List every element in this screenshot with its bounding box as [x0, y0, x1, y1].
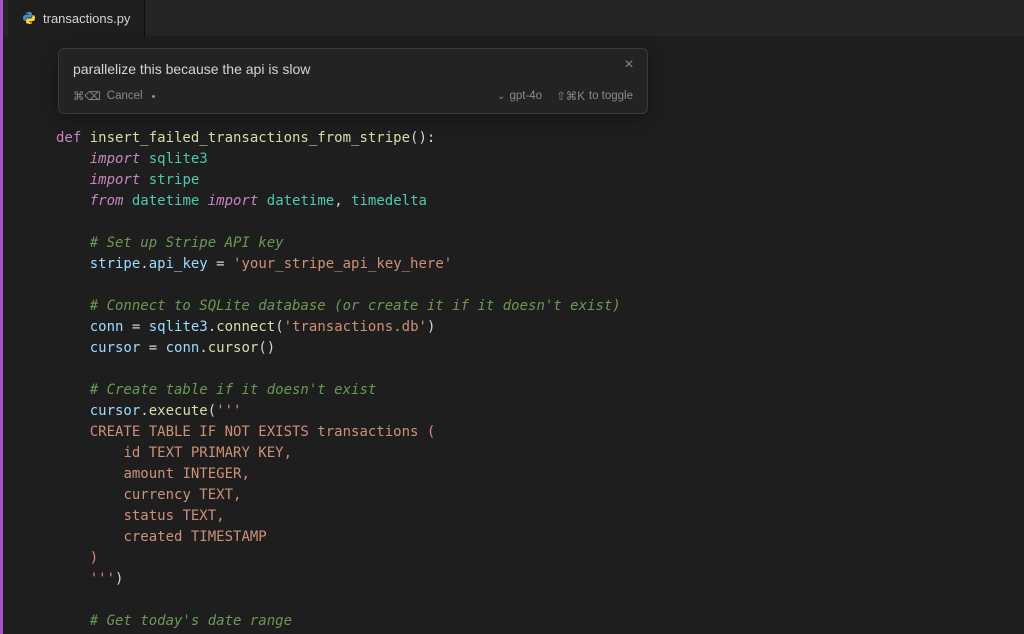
code-line[interactable]: [56, 359, 1024, 380]
close-icon[interactable]: ×: [621, 57, 637, 73]
model-name: gpt-4o: [509, 90, 542, 102]
code-line[interactable]: id TEXT PRIMARY KEY,: [56, 443, 1024, 464]
code-line[interactable]: cursor = conn.cursor(): [56, 338, 1024, 359]
cancel-button[interactable]: ⌘⌫ Cancel: [73, 89, 155, 103]
cancel-shortcut: ⌘⌫: [73, 89, 101, 103]
code-line[interactable]: created TIMESTAMP: [56, 527, 1024, 548]
tab-bar: transactions.py: [0, 0, 1024, 36]
code-line[interactable]: def insert_failed_transactions_from_stri…: [56, 128, 1024, 149]
toggle-shortcut: ⇧⌘K: [556, 89, 585, 103]
code-line[interactable]: amount INTEGER,: [56, 464, 1024, 485]
code-line[interactable]: import sqlite3: [56, 149, 1024, 170]
model-selector[interactable]: ⌄ gpt-4o: [497, 90, 542, 102]
tab-transactions[interactable]: transactions.py: [8, 0, 145, 36]
code-line[interactable]: status TEXT,: [56, 506, 1024, 527]
code-line[interactable]: # Create table if it doesn't exist: [56, 380, 1024, 401]
code-line[interactable]: [56, 212, 1024, 233]
code-line[interactable]: # Set up Stripe API key: [56, 233, 1024, 254]
chevron-down-icon: ⌄: [497, 91, 505, 102]
code-line[interactable]: import stripe: [56, 170, 1024, 191]
code-line[interactable]: ): [56, 548, 1024, 569]
window-accent-bar: [0, 0, 3, 634]
toggle-label: to toggle: [589, 90, 633, 102]
prompt-input[interactable]: parallelize this because the api is slow: [73, 61, 633, 77]
cancel-label: Cancel: [107, 90, 143, 102]
code-line[interactable]: stripe.api_key = 'your_stripe_api_key_he…: [56, 254, 1024, 275]
code-line[interactable]: [56, 275, 1024, 296]
code-line[interactable]: # Connect to SQLite database (or create …: [56, 296, 1024, 317]
code-line[interactable]: currency TEXT,: [56, 485, 1024, 506]
toggle-hint: ⇧⌘K to toggle: [556, 89, 633, 103]
code-line[interactable]: # Get today's date range: [56, 611, 1024, 632]
python-icon: [22, 11, 36, 25]
code-line[interactable]: '''): [56, 569, 1024, 590]
code-line[interactable]: from datetime import datetime, timedelta: [56, 191, 1024, 212]
dot-separator: [152, 95, 155, 98]
prompt-footer: ⌘⌫ Cancel ⌄ gpt-4o ⇧⌘K to toggle: [73, 89, 633, 103]
code-line[interactable]: cursor.execute(''': [56, 401, 1024, 422]
ai-prompt-dialog: × parallelize this because the api is sl…: [58, 48, 648, 114]
code-line[interactable]: conn = sqlite3.connect('transactions.db'…: [56, 317, 1024, 338]
code-editor[interactable]: def insert_failed_transactions_from_stri…: [0, 36, 1024, 632]
tab-filename: transactions.py: [43, 11, 130, 26]
code-line[interactable]: [56, 590, 1024, 611]
code-line[interactable]: CREATE TABLE IF NOT EXISTS transactions …: [56, 422, 1024, 443]
